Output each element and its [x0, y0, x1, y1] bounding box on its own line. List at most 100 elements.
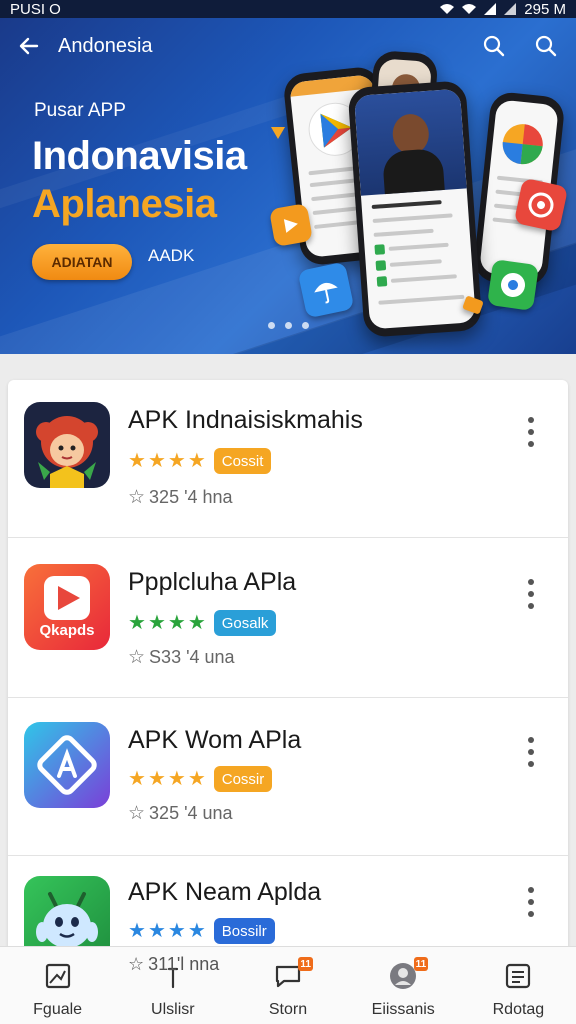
- app-bar: Andonesia: [0, 18, 576, 74]
- banner-secondary-link[interactable]: AADK: [148, 246, 194, 266]
- rating-stars: ★ ★ ★ ★ Bossilr: [128, 918, 275, 944]
- nav-label: Eiissanis: [371, 1001, 435, 1018]
- chrome-tile-icon: [487, 259, 539, 311]
- triangle-sparkle-icon: [270, 124, 286, 140]
- app-meta: ☆ 311'l nna: [128, 954, 219, 975]
- banner-cta-button[interactable]: ADIATAN: [32, 244, 132, 280]
- search-button[interactable]: [474, 26, 514, 66]
- banner-title: Indonavisia: [32, 134, 247, 178]
- carousel-dot[interactable]: [268, 322, 275, 329]
- list-item[interactable]: APK Wom APla ★ ★ ★ ★ Cossir ☆ 325 '4 una: [8, 698, 568, 856]
- app-meta-text: 325 '4 hna: [149, 487, 233, 507]
- image-frame-icon: [43, 961, 73, 991]
- signal-icon: [504, 3, 517, 15]
- nav-label: Ulslisr: [151, 1001, 195, 1018]
- rating-stars: ★ ★ ★ ★ Cossir: [128, 766, 273, 792]
- app-name: Ppplcluha APla: [128, 568, 297, 596]
- category-badge[interactable]: Cossir: [213, 766, 273, 792]
- app-meta-text: S33 '4 una: [149, 647, 235, 667]
- status-bar: PUSI O 295 M: [0, 0, 576, 18]
- star-outline-icon: ☆: [128, 803, 146, 824]
- wifi-icon: [440, 4, 455, 14]
- star-icon: ★: [128, 920, 146, 942]
- rating-stars: ★ ★ ★ ★ Gosalk: [128, 610, 277, 636]
- star-icon: ★: [128, 768, 146, 790]
- nav-label: Rdotag: [492, 1001, 545, 1018]
- star-icon: ★: [167, 920, 186, 942]
- star-icon: ★: [187, 920, 206, 942]
- dot: [528, 603, 534, 609]
- notification-badge: 11: [413, 957, 429, 971]
- star-icon: ★: [187, 450, 206, 472]
- back-button[interactable]: [0, 18, 58, 74]
- star-icon: ★: [167, 612, 186, 634]
- star-icon: ★: [128, 612, 146, 634]
- list-item[interactable]: APK Indnaisiskmahis ★ ★ ★ ★ Cossit ☆ 325…: [8, 380, 568, 538]
- phone-mockup: [347, 80, 483, 338]
- more-options-button[interactable]: [516, 572, 546, 616]
- nav-item-eiissanis[interactable]: 11 Eiissanis: [346, 947, 461, 1024]
- app-name: APK Wom APla: [128, 726, 302, 754]
- signal-icon: [484, 3, 497, 15]
- carrier-text: PUSI O: [10, 0, 61, 18]
- search-icon: [535, 35, 557, 57]
- page-title: Andonesia: [58, 34, 153, 57]
- list-item[interactable]: Qkapds Ppplcluha APla ★ ★ ★ ★ Gosalk ☆ S…: [8, 540, 568, 698]
- wifi-icon: [462, 4, 477, 14]
- star-icon: ★: [147, 768, 166, 790]
- dot: [528, 911, 534, 917]
- app-meta: ☆ S33 '4 una: [128, 646, 235, 669]
- cartoon-girl-icon: [24, 402, 110, 488]
- dot: [528, 441, 534, 447]
- search-button[interactable]: [526, 26, 566, 66]
- play-store-icon: Qkapds: [24, 564, 110, 650]
- more-options-button[interactable]: [516, 880, 546, 924]
- nav-item-storn[interactable]: 11 Storn: [230, 947, 345, 1024]
- list-item[interactable]: APK Neam Aplda ★ ★ ★ ★ Bossilr: [8, 852, 568, 960]
- clock: 295 M: [524, 0, 566, 18]
- app-icon-label: Qkapds: [39, 622, 95, 639]
- search-icon: [483, 35, 505, 57]
- banner-subtitle: Pusar APP: [34, 100, 126, 121]
- carousel-dot[interactable]: [285, 322, 292, 329]
- dot: [528, 591, 534, 597]
- app-meta-text: 325 '4 una: [149, 803, 233, 823]
- star-icon: ★: [187, 768, 206, 790]
- bottom-navigation: Fguale Ulslisr 11 Storn 11 Eiissanis Rdo…: [0, 946, 576, 1024]
- dot: [528, 417, 534, 423]
- app-name: APK Indnaisiskmahis: [128, 406, 363, 434]
- more-options-button[interactable]: [516, 730, 546, 774]
- nav-item-fguale[interactable]: Fguale: [0, 947, 115, 1024]
- app-name: APK Neam Aplda: [128, 878, 322, 906]
- nav-label: Storn: [268, 1001, 308, 1018]
- status-icons: 295 M: [440, 1, 566, 18]
- app-meta-text: 311'l nna: [148, 954, 220, 974]
- dot: [528, 429, 534, 435]
- star-icon: ★: [147, 920, 166, 942]
- document-icon: [503, 961, 533, 991]
- star-outline-icon: ☆: [128, 487, 146, 508]
- chat-icon: 11: [273, 957, 313, 991]
- star-outline-icon: ☆: [128, 954, 145, 974]
- play-tile-icon: [268, 202, 314, 248]
- star-icon: ★: [147, 612, 166, 634]
- pinwheel-icon: [502, 124, 543, 165]
- rating-stars: ★ ★ ★ ★ Cossit: [128, 448, 272, 474]
- dot: [528, 899, 534, 905]
- app-meta: ☆ 325 '4 una: [128, 802, 233, 825]
- star-icon: ★: [187, 612, 206, 634]
- category-badge[interactable]: Bossilr: [213, 918, 275, 944]
- diamond-a-icon: [24, 722, 110, 808]
- target-tile-icon: [513, 177, 569, 233]
- category-badge[interactable]: Gosalk: [213, 610, 277, 636]
- nav-item-rdotag[interactable]: Rdotag: [461, 947, 576, 1024]
- notification-badge: 11: [298, 957, 313, 971]
- carousel-indicator[interactable]: [268, 322, 309, 329]
- arrow-left-icon: [19, 37, 39, 55]
- dot: [528, 749, 534, 755]
- star-outline-icon: ☆: [128, 647, 146, 668]
- star-icon: ★: [167, 450, 186, 472]
- carousel-dot[interactable]: [302, 322, 309, 329]
- more-options-button[interactable]: [516, 410, 546, 454]
- category-badge[interactable]: Cossit: [213, 448, 272, 474]
